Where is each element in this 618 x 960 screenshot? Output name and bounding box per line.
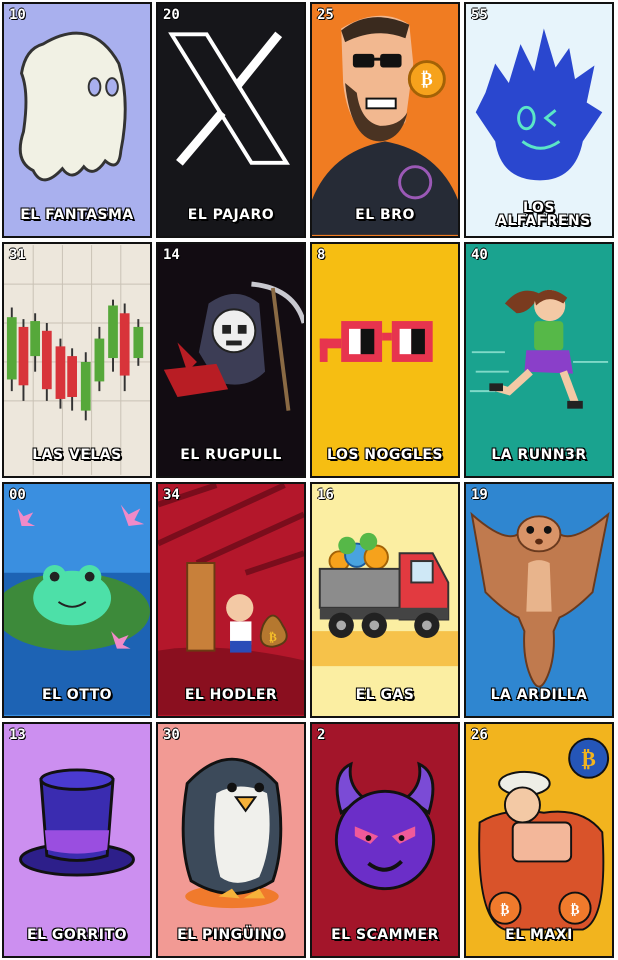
card-number: 2 — [317, 727, 326, 743]
svg-text:₿: ₿ — [421, 70, 433, 90]
svg-text:₿: ₿ — [581, 747, 595, 772]
card-number: 00 — [9, 487, 26, 503]
card-name: EL PINGÜINO — [177, 927, 285, 943]
card-number: 16 — [317, 487, 334, 503]
card-el-otto[interactable]: 00 EL OTTO — [2, 482, 152, 718]
card-number: 30 — [163, 727, 180, 743]
card-number: 26 — [471, 727, 488, 743]
x-logo-icon — [168, 31, 290, 166]
card-name: EL MAXI — [505, 927, 573, 943]
card-el-maxi[interactable]: ₿ ₿ ₿ 26 EL MAXI — [464, 722, 614, 958]
card-name: EL OTTO — [41, 687, 113, 703]
flying-squirrel-illustration — [470, 511, 610, 688]
reaper-illustration — [163, 281, 304, 411]
card-el-pajaro[interactable]: 20 EL PAJARO — [156, 2, 306, 238]
ghost-illustration — [18, 31, 127, 182]
card-number: 31 — [9, 247, 26, 263]
card-number: 55 — [471, 7, 488, 23]
svg-text:₿: ₿ — [269, 630, 277, 644]
penguin-illustration — [181, 757, 283, 909]
card-el-gas[interactable]: 16 EL GAS — [310, 482, 460, 718]
card-name: LOS ALFAFRENS — [496, 200, 591, 229]
card-el-rugpull[interactable]: 14 EL RUGPULL — [156, 242, 306, 478]
card-name: EL PAJARO — [187, 207, 275, 223]
loteria-card-grid: 10 EL FANTASMA 20 EL PAJARO ₿ 25 EL BRO — [0, 0, 618, 960]
card-name: LA ARDILLA — [490, 687, 588, 703]
card-el-fantasma[interactable]: 10 EL FANTASMA — [2, 2, 152, 238]
card-name: EL BRO — [355, 207, 415, 223]
card-el-gorrito[interactable]: 13 EL GORRITO — [2, 722, 152, 958]
card-number: 19 — [471, 487, 488, 503]
bro-illustration: ₿ — [312, 15, 458, 235]
card-number: 34 — [163, 487, 180, 503]
card-el-scammer[interactable]: 2 EL SCAMMER — [310, 722, 460, 958]
devil-face-illustration — [334, 761, 436, 891]
candlestick-chart-illustration — [4, 245, 150, 475]
card-name: EL GORRITO — [27, 927, 127, 943]
card-number: 25 — [317, 7, 334, 23]
svg-text:₿: ₿ — [500, 902, 509, 918]
top-hat-icon — [19, 768, 135, 877]
card-las-velas[interactable]: 31 LAS VELAS — [2, 242, 152, 478]
maxi-illustration: ₿ ₿ ₿ — [478, 737, 610, 931]
card-number: 20 — [163, 7, 180, 23]
card-la-runn3r[interactable]: 40 LA RUNN3R — [464, 242, 614, 478]
svg-text:₿: ₿ — [570, 902, 579, 918]
card-la-ardilla[interactable]: 19 LA ARDILLA — [464, 482, 614, 718]
card-name: LAS VELAS — [32, 447, 122, 463]
card-el-hodler[interactable]: ₿ 34 EL HODLER — [156, 482, 306, 718]
card-number: 13 — [9, 727, 26, 743]
frog-illustration — [4, 504, 150, 715]
noggles-glasses-icon — [319, 321, 433, 362]
card-los-noggles[interactable]: 8 LOS NOGGLES — [310, 242, 460, 478]
runner-illustration — [469, 289, 609, 409]
card-name: LOS NOGGLES — [327, 447, 443, 463]
card-name: EL GAS — [355, 687, 415, 703]
card-name: EL HODLER — [184, 687, 278, 703]
card-el-pinguino[interactable]: 30 EL PINGÜINO — [156, 722, 306, 958]
card-name: LA RUNN3R — [491, 447, 587, 463]
card-name: EL SCAMMER — [331, 927, 439, 943]
card-number: 14 — [163, 247, 180, 263]
card-name: EL RUGPULL — [180, 447, 282, 463]
gas-truck-illustration — [312, 532, 458, 667]
card-name: EL FANTASMA — [20, 207, 134, 223]
card-el-bro[interactable]: ₿ 25 EL BRO — [310, 2, 460, 238]
card-number: 10 — [9, 7, 26, 23]
card-number: 8 — [317, 247, 326, 263]
hodler-illustration: ₿ — [158, 484, 304, 715]
card-los-alfafrens[interactable]: 55 LOS ALFAFRENS — [464, 2, 614, 238]
card-number: 40 — [471, 247, 488, 263]
